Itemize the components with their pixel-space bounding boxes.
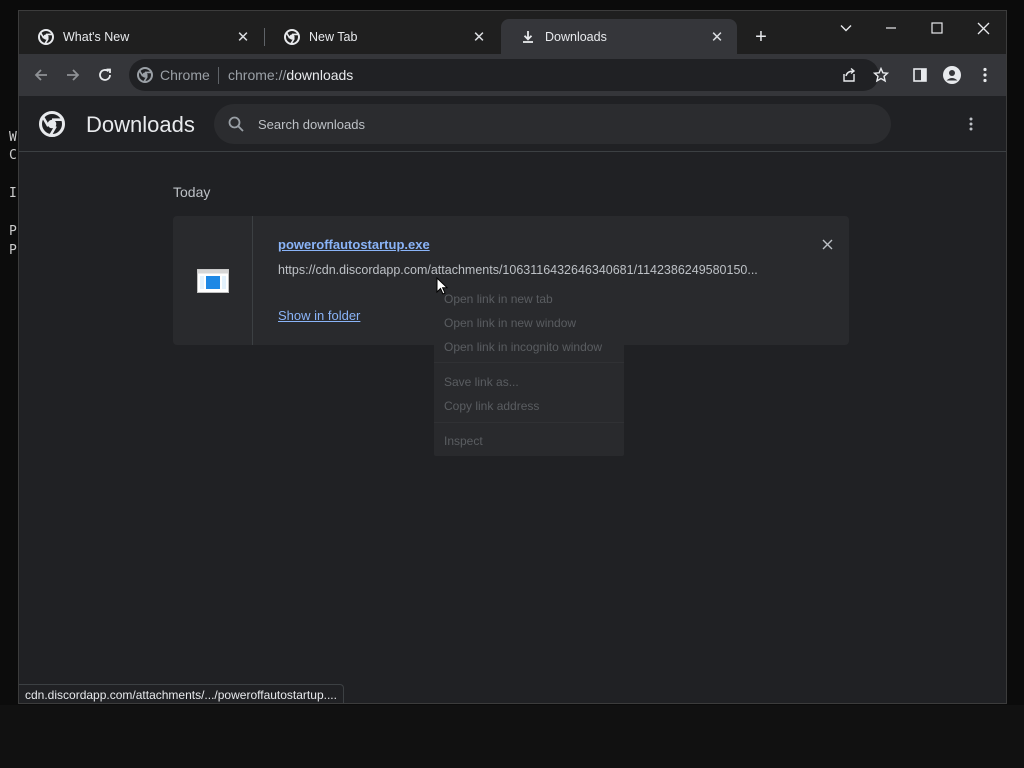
menu-separator [434, 362, 624, 363]
show-in-folder-link[interactable]: Show in folder [278, 308, 360, 323]
menu-button[interactable] [971, 61, 999, 89]
tab-downloads[interactable]: Downloads ✕ [501, 19, 737, 54]
close-icon[interactable]: ✕ [709, 29, 725, 46]
tab-title: New Tab [309, 29, 358, 44]
downloads-menu-button[interactable] [961, 114, 981, 134]
file-icon-column [173, 216, 253, 345]
download-icon [523, 30, 533, 43]
kebab-menu-icon [983, 67, 987, 83]
close-icon[interactable]: ✕ [471, 29, 487, 46]
terminal-char: C [9, 148, 17, 163]
reload-icon [99, 68, 111, 81]
search-box[interactable] [214, 104, 891, 144]
terminal-char: I [9, 186, 17, 201]
maximize-button[interactable] [922, 15, 952, 41]
bookmark-button[interactable] [869, 63, 893, 87]
arrow-left-icon [34, 69, 47, 81]
tab-title: Downloads [545, 29, 607, 44]
side-panel-icon [913, 68, 927, 82]
executable-file-icon [197, 269, 229, 293]
context-menu-item[interactable]: Open link in incognito window [444, 340, 602, 354]
close-window-button[interactable] [968, 15, 998, 41]
context-menu-item[interactable]: Open link in new tab [444, 292, 553, 306]
back-button[interactable] [27, 61, 55, 89]
close-icon [977, 22, 989, 34]
browser-window: What's New ✕ New Tab ✕ Downloads ✕ + Chr… [18, 10, 1007, 704]
forward-button[interactable] [59, 61, 87, 89]
close-icon[interactable]: ✕ [235, 29, 251, 46]
chrome-icon [38, 28, 54, 45]
maximize-icon [931, 22, 943, 34]
arrow-right-icon [67, 69, 80, 81]
toolbar: Chrome chrome://downloads [19, 54, 1006, 96]
tab-title: What's New [63, 29, 130, 44]
download-file-name-link[interactable]: poweroffautostartup.exe [278, 237, 430, 252]
chrome-icon [137, 67, 153, 83]
page-title: Downloads [86, 112, 195, 137]
url-scheme: chrome:// [228, 67, 287, 83]
status-bar: cdn.discordapp.com/attachments/.../power… [19, 684, 344, 703]
background-terminal: W C I P P [0, 90, 18, 710]
side-panel-button[interactable] [906, 61, 934, 89]
tab-whats-new[interactable]: What's New ✕ [19, 19, 263, 54]
context-menu-item[interactable]: Save link as... [444, 375, 519, 389]
new-tab-button[interactable]: + [749, 25, 773, 49]
context-menu-item[interactable]: Inspect [444, 434, 483, 448]
remove-download-button[interactable] [819, 236, 835, 252]
star-icon [873, 67, 889, 83]
minimize-button[interactable] [876, 15, 906, 41]
omnibox-divider [218, 67, 219, 84]
chevron-down-icon [840, 25, 852, 32]
avatar-icon [943, 66, 961, 84]
profile-button[interactable] [938, 61, 966, 89]
kebab-menu-icon [969, 117, 973, 131]
menu-separator [434, 422, 624, 423]
context-menu-item[interactable]: Copy link address [444, 399, 539, 413]
share-button[interactable] [837, 63, 861, 87]
search-icon [228, 116, 244, 132]
url-text[interactable]: chrome://downloads [228, 67, 353, 83]
terminal-char: P [9, 224, 17, 239]
context-menu: Open link in new tab Open link in new wi… [434, 284, 624, 456]
minimize-icon [886, 27, 896, 29]
share-icon [843, 67, 856, 82]
url-host: downloads [286, 67, 354, 83]
close-icon [822, 239, 832, 249]
downloads-header: Downloads [19, 96, 1006, 152]
date-group-label: Today [173, 184, 211, 200]
omnibox[interactable]: Chrome chrome://downloads [129, 59, 889, 91]
context-menu-item[interactable]: Open link in new window [444, 316, 576, 330]
download-source-url[interactable]: https://cdn.discordapp.com/attachments/1… [278, 263, 778, 277]
chrome-logo-icon [39, 111, 65, 137]
desktop-background [0, 705, 1024, 768]
tab-search-button[interactable] [831, 15, 861, 41]
search-input[interactable] [258, 113, 858, 135]
site-chip-label: Chrome [160, 67, 210, 83]
terminal-char: W [9, 130, 17, 145]
mouse-cursor-icon [436, 277, 448, 295]
tab-strip: What's New ✕ New Tab ✕ Downloads ✕ + [19, 11, 1006, 54]
reload-button[interactable] [91, 61, 119, 89]
terminal-char: P [9, 243, 17, 258]
chrome-icon [284, 28, 300, 45]
tab-new-tab[interactable]: New Tab ✕ [265, 19, 499, 54]
